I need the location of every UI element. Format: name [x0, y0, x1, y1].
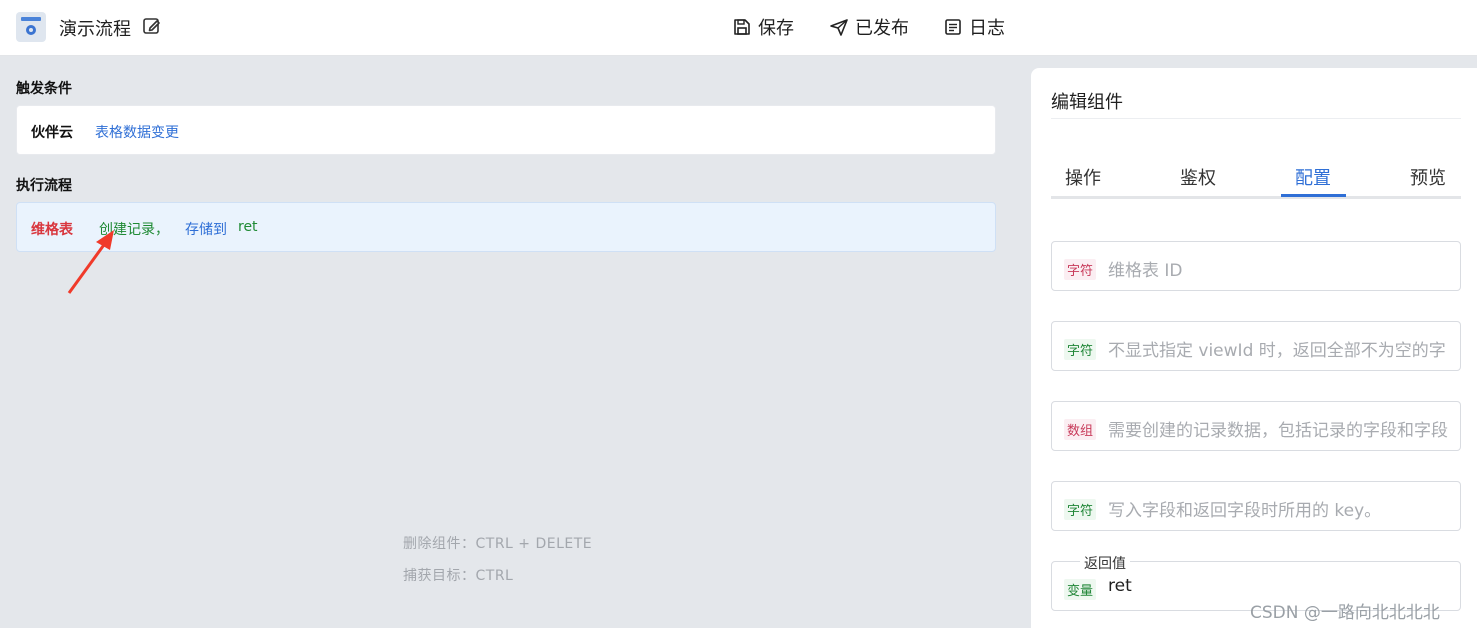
edit-panel: 编辑组件 操作 鉴权 配置 预览 字符 维格表 ID 字符 不显式指定 view… [1031, 68, 1477, 628]
send-icon [830, 19, 848, 36]
flow-step-store-prefix: 存储到 [185, 222, 227, 238]
panel-tabs: 操作 鉴权 配置 预览 [1051, 160, 1461, 199]
trigger-source: 伙伴云 [31, 125, 73, 141]
records-field[interactable]: 数组 需要创建的记录数据，包括记录的字段和字段 [1051, 401, 1461, 451]
return-value-legend: 返回值 [1080, 553, 1130, 573]
publish-label: 已发布 [855, 18, 909, 39]
tab-auth[interactable]: 鉴权 [1180, 164, 1216, 190]
annotation-arrow-icon [67, 230, 114, 294]
log-button[interactable]: 日志 [943, 14, 1005, 40]
trigger-event: 表格数据变更 [95, 125, 179, 141]
save-button[interactable]: 保存 [732, 14, 794, 40]
table-id-placeholder: 维格表 ID [1108, 261, 1183, 281]
type-tag-string: 字符 [1064, 259, 1097, 280]
type-tag-string: 字符 [1064, 499, 1097, 520]
edit-icon[interactable] [142, 16, 162, 36]
view-id-placeholder: 不显式指定 viewId 时，返回全部不为空的字 [1108, 341, 1446, 361]
flow-section-label: 执行流程 [16, 178, 72, 194]
csdn-watermark: CSDN @一路向北北北北 [1250, 603, 1440, 623]
view-id-field[interactable]: 字符 不显式指定 viewId 时，返回全部不为空的字 [1051, 321, 1461, 371]
flow-step-store-var: ret [238, 219, 258, 235]
panel-divider [1051, 118, 1461, 119]
type-tag-variable: 变量 [1064, 579, 1097, 600]
save-label: 保存 [758, 18, 794, 39]
panel-title: 编辑组件 [1051, 92, 1123, 113]
delete-hint: 删除组件：CTRL + DELETE [403, 536, 593, 552]
tab-config[interactable]: 配置 [1295, 164, 1331, 190]
top-bar: 演示流程 保存 已发布 日志 [0, 0, 1477, 56]
trigger-section-label: 触发条件 [16, 81, 72, 97]
records-placeholder: 需要创建的记录数据，包括记录的字段和字段 [1108, 421, 1448, 441]
tab-operation[interactable]: 操作 [1065, 164, 1101, 190]
save-icon [734, 19, 750, 35]
field-key-field[interactable]: 字符 写入字段和返回字段时所用的 key。 [1051, 481, 1461, 531]
flow-title: 演示流程 [59, 19, 131, 40]
field-key-placeholder: 写入字段和返回字段时所用的 key。 [1108, 501, 1382, 521]
table-id-field[interactable]: 字符 维格表 ID [1051, 241, 1461, 291]
type-tag-string: 字符 [1064, 339, 1097, 360]
log-label: 日志 [969, 18, 1005, 39]
type-tag-array: 数组 [1064, 419, 1097, 440]
return-value-input[interactable]: ret [1108, 576, 1132, 596]
publish-button[interactable]: 已发布 [829, 14, 909, 40]
capture-hint: 捕获目标：CTRL [403, 568, 514, 584]
app-logo-icon [16, 12, 46, 42]
tab-preview[interactable]: 预览 [1410, 164, 1446, 190]
document-icon [945, 19, 961, 35]
flow-step-card[interactable]: 维格表 创建记录， 存储到 ret [16, 202, 996, 252]
active-tab-indicator [1281, 194, 1346, 197]
trigger-card[interactable]: 伙伴云 表格数据变更 [16, 105, 996, 155]
